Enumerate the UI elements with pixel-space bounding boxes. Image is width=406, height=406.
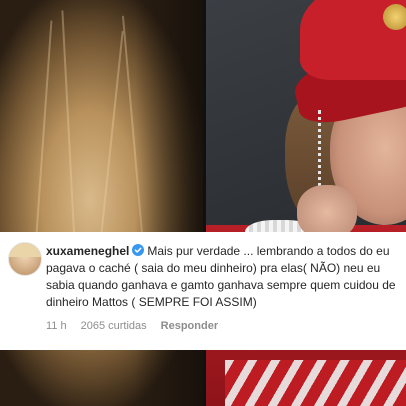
comment-meta: 11 h 2065 curtidas Responder [46,320,218,332]
comment-username[interactable]: xuxameneghel [46,244,129,258]
comment-time: 11 h [46,320,67,332]
reply-button[interactable]: Responder [161,320,218,332]
comment-body: xuxameneghel Mais pur verdade ... lembra… [46,243,398,311]
avatar[interactable] [8,242,42,276]
verified-badge-icon [132,244,145,256]
comment-likes[interactable]: 2065 curtidas [81,320,147,332]
comment-card: xuxameneghel Mais pur verdade ... lembra… [0,232,406,350]
